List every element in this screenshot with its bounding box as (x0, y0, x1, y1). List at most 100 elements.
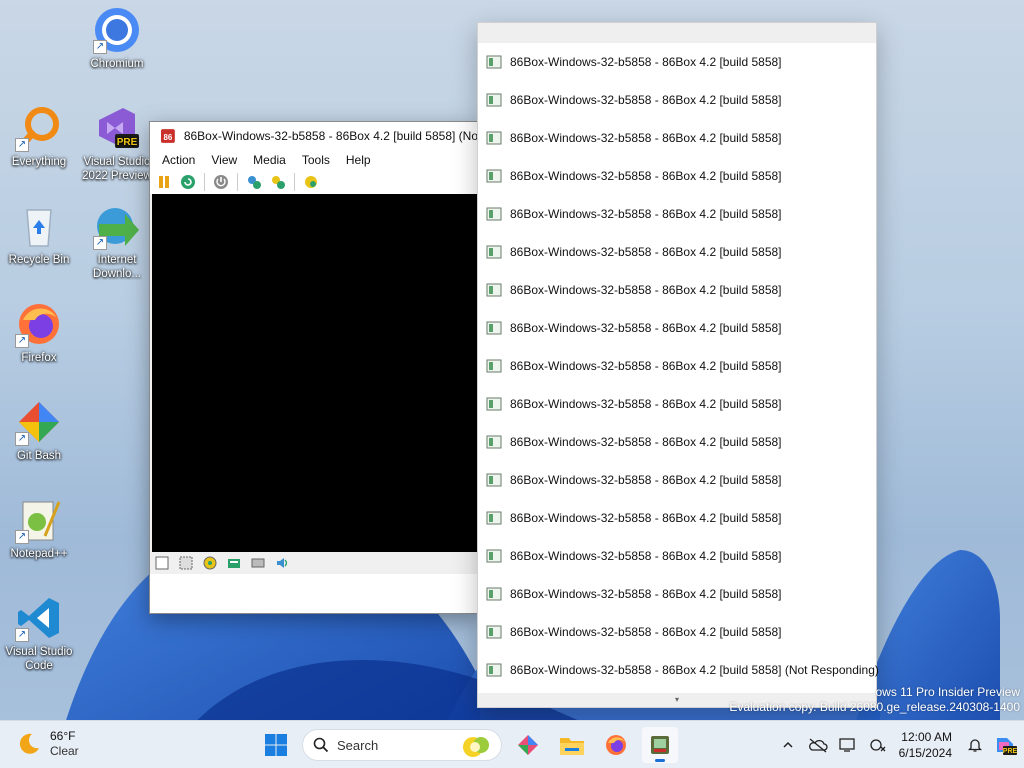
desktop-icon-label: Firefox (21, 352, 57, 364)
menu-help[interactable]: Help (338, 153, 379, 167)
vm-toolbar (150, 170, 478, 194)
taskbar-center: Search (258, 727, 678, 763)
taskbar-app-firefox[interactable] (598, 727, 634, 763)
window-list-item-label: 86Box-Windows-32-b5858 - 86Box 4.2 [buil… (510, 55, 782, 69)
window-list-item-label: 86Box-Windows-32-b5858 - 86Box 4.2 [buil… (510, 93, 782, 107)
window-list-item[interactable]: 86Box-Windows-32-b5858 - 86Box 4.2 [buil… (478, 613, 876, 651)
desktop-icon-everything[interactable]: ↗ Everything (1, 104, 77, 169)
copilot-pre-icon[interactable]: PRE (990, 730, 1020, 760)
window-list-item[interactable]: 86Box-Windows-32-b5858 - 86Box 4.2 [buil… (478, 385, 876, 423)
desktop-icon-git-bash[interactable]: ↗ Git Bash (1, 398, 77, 463)
desktop-icon-label: Visual Studio Code (5, 646, 73, 672)
desktop-icon-internet-download[interactable]: ↗ Internet Downlo... (79, 202, 155, 281)
window-list-item[interactable]: 86Box-Windows-32-b5858 - 86Box 4.2 [buil… (478, 81, 876, 119)
svg-text:86: 86 (164, 133, 173, 142)
menu-action[interactable]: Action (154, 153, 203, 167)
internet-download-manager-icon: ↗ (93, 202, 141, 250)
menu-media[interactable]: Media (245, 153, 294, 167)
window-list-item[interactable]: 86Box-Windows-32-b5858 - 86Box 4.2 [buil… (478, 423, 876, 461)
vm-display[interactable] (152, 194, 478, 552)
window-list-item[interactable]: 86Box-Windows-32-b5858 - 86Box 4.2 [buil… (478, 309, 876, 347)
vm-window-titlebar[interactable]: 86 86Box-Windows-32-b5858 - 86Box 4.2 [b… (150, 122, 478, 150)
window-list-item-label: 86Box-Windows-32-b5858 - 86Box 4.2 [buil… (510, 359, 782, 373)
taskbar-clock[interactable]: 12:00 AM 6/15/2024 (893, 729, 960, 761)
vm-window-icon (486, 435, 502, 449)
hard-disk-icon[interactable] (225, 554, 243, 572)
window-list-item-label: 86Box-Windows-32-b5858 - 86Box 4.2 [buil… (510, 207, 782, 221)
weather-widget[interactable]: 66°F Clear (16, 729, 79, 759)
taskbar-app-file-explorer[interactable] (554, 727, 590, 763)
pre-badge: PRE (117, 137, 138, 148)
everything-icon: ↗ (15, 104, 63, 152)
vm-window-icon (486, 359, 502, 373)
toolbar-separator (237, 173, 238, 191)
vm-window-icon (486, 549, 502, 563)
floppy-drive-icon[interactable] (153, 554, 171, 572)
window-list-item[interactable]: 86Box-Windows-32-b5858 - 86Box 4.2 [buil… (478, 537, 876, 575)
floppy-drive-2-icon[interactable] (177, 554, 195, 572)
desktop-icon-chromium[interactable]: ↗ Chromium (79, 6, 155, 71)
display-icon[interactable] (833, 730, 863, 760)
sound-icon[interactable] (273, 554, 291, 572)
window-list-item-label: 86Box-Windows-32-b5858 - 86Box 4.2 [buil… (510, 663, 879, 677)
folder-icon (560, 738, 584, 755)
settings-icon[interactable] (244, 172, 264, 192)
vm-window[interactable]: 86 86Box-Windows-32-b5858 - 86Box 4.2 [b… (149, 121, 479, 614)
onedrive-off-icon[interactable] (803, 730, 833, 760)
notification-bell-icon[interactable] (960, 730, 990, 760)
taskbar-app-86box[interactable] (642, 727, 678, 763)
vm-window-icon (486, 625, 502, 639)
window-list-item[interactable]: 86Box-Windows-32-b5858 - 86Box 4.2 [buil… (478, 461, 876, 499)
window-list-item[interactable]: 86Box-Windows-32-b5858 - 86Box 4.2 [buil… (478, 575, 876, 613)
window-list-item[interactable]: 86Box-Windows-32-b5858 - 86Box 4.2 [buil… (478, 157, 876, 195)
network-icon[interactable] (249, 554, 267, 572)
vm-menubar: Action View Media Tools Help (150, 150, 478, 170)
desktop-icon-recycle-bin[interactable]: Recycle Bin (1, 202, 77, 267)
ctrl-alt-esc-icon[interactable] (301, 172, 321, 192)
moon-icon (19, 733, 39, 754)
window-list-item[interactable]: 86Box-Windows-32-b5858 - 86Box 4.2 [buil… (478, 233, 876, 271)
desktop-icon-vscode[interactable]: ↗ Visual Studio Code (1, 594, 77, 673)
window-list-item-label: 86Box-Windows-32-b5858 - 86Box 4.2 [buil… (510, 397, 782, 411)
windows-watermark: ows 11 Pro Insider Preview Evaluation co… (729, 685, 1020, 715)
windows-logo-icon (265, 734, 287, 756)
clock-date: 6/15/2024 (898, 746, 952, 760)
chevron-up-icon[interactable] (773, 730, 803, 760)
taskbar-app-copilot[interactable] (510, 727, 546, 763)
menu-tools[interactable]: Tools (294, 153, 338, 167)
window-list-item[interactable]: 86Box-Windows-32-b5858 - 86Box 4.2 [buil… (478, 119, 876, 157)
window-list-item-label: 86Box-Windows-32-b5858 - 86Box 4.2 [buil… (510, 131, 782, 145)
window-list-item-label: 86Box-Windows-32-b5858 - 86Box 4.2 [buil… (510, 511, 782, 525)
vm-window-icon (486, 397, 502, 411)
system-tray: 12:00 AM 6/15/2024 PRE (773, 721, 1024, 768)
window-list-item[interactable]: 86Box-Windows-32-b5858 - 86Box 4.2 [buil… (478, 651, 879, 689)
cdrom-icon[interactable] (201, 554, 219, 572)
window-list-item-label: 86Box-Windows-32-b5858 - 86Box 4.2 [buil… (510, 283, 782, 297)
reset-icon[interactable] (178, 172, 198, 192)
vm-window-icon (486, 321, 502, 335)
taskbar-search[interactable]: Search (302, 729, 502, 761)
power-icon[interactable] (211, 172, 231, 192)
desktop-icon-firefox[interactable]: ↗ Firefox (1, 300, 77, 365)
vm-window-title: 86Box-Windows-32-b5858 - 86Box 4.2 [buil… (183, 129, 478, 143)
desktop-icon-notepad-plus-plus[interactable]: ↗ Notepad++ (1, 496, 77, 561)
window-list-item[interactable]: 86Box-Windows-32-b5858 - 86Box 4.2 [buil… (478, 271, 876, 309)
window-list-item[interactable]: 86Box-Windows-32-b5858 - 86Box 4.2 [buil… (478, 499, 876, 537)
start-button[interactable] (258, 727, 294, 763)
menu-view[interactable]: View (203, 153, 245, 167)
vm-window-icon (486, 473, 502, 487)
widgets-icon (518, 735, 538, 755)
desktop-icon-visual-studio-2022[interactable]: PRE Visual Studio 2022 Preview (79, 104, 155, 183)
watermark-line-1: ows 11 Pro Insider Preview (875, 685, 1020, 699)
window-list-item[interactable]: 86Box-Windows-32-b5858 - 86Box 4.2 [buil… (478, 347, 876, 385)
taskbar-window-list: 86Box-Windows-32-b5858 - 86Box 4.2 [buil… (477, 22, 879, 708)
86box-app-icon: 86 (160, 129, 175, 143)
pause-icon[interactable] (154, 172, 174, 192)
svg-text:PRE: PRE (1003, 748, 1017, 755)
window-list-item[interactable]: 86Box-Windows-32-b5858 - 86Box 4.2 [buil… (478, 43, 876, 81)
ctrl-alt-del-icon[interactable] (268, 172, 288, 192)
vm-window-icon (486, 587, 502, 601)
network-status-icon[interactable] (863, 730, 893, 760)
window-list-item-label: 86Box-Windows-32-b5858 - 86Box 4.2 [buil… (510, 587, 782, 601)
window-list-item[interactable]: 86Box-Windows-32-b5858 - 86Box 4.2 [buil… (478, 195, 876, 233)
